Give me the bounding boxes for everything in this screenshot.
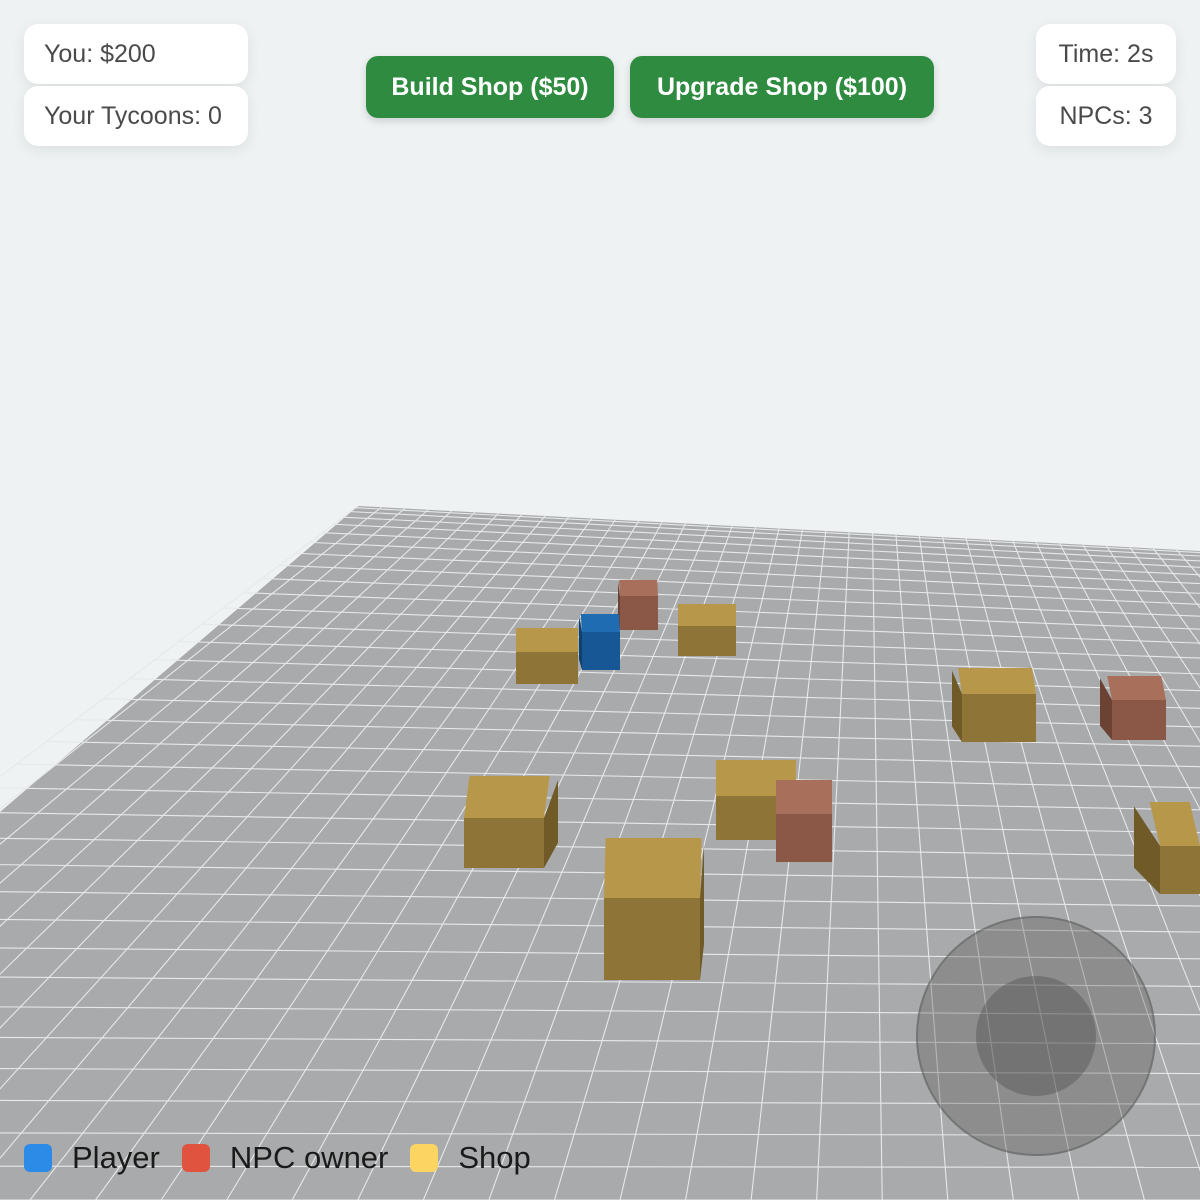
shop-front-face [464, 818, 544, 868]
legend-item-npc-owner: NPC owner [181, 1140, 389, 1176]
money-display: You: $200 [24, 24, 248, 84]
shop-top-face [678, 604, 736, 626]
shop-top-face [604, 838, 702, 898]
legend-label: Player [72, 1140, 160, 1175]
shop-front-face [604, 898, 700, 980]
player-top-face [580, 614, 620, 632]
npc-front-face [776, 814, 832, 862]
time-display: Time: 2s [1036, 24, 1176, 84]
shop-front-face [516, 652, 578, 684]
shop-box[interactable] [516, 628, 578, 684]
shop-front-face [1160, 846, 1200, 894]
legend-item-shop: Shop [410, 1140, 531, 1176]
shop-top-face [958, 668, 1036, 694]
legend-label: NPC owner [229, 1140, 389, 1175]
shop-box[interactable] [952, 668, 1036, 742]
tycoons-display: Your Tycoons: 0 [24, 86, 248, 146]
npc-top-face [1107, 676, 1166, 700]
build-shop-button[interactable]: Build Shop ($50) [366, 56, 614, 118]
legend: Player NPC owner Shop [24, 1136, 553, 1180]
game-viewport[interactable]: You: $200 Your Tycoons: 0 Time: 2s NPCs:… [0, 0, 1200, 1200]
shop-front-face [678, 626, 736, 656]
shop-swatch-icon [410, 1144, 439, 1172]
npc-owner-swatch-icon [181, 1144, 210, 1172]
legend-label: Shop [458, 1140, 531, 1175]
player-box[interactable] [579, 614, 620, 670]
shop-box[interactable] [604, 838, 704, 980]
npc-top-face [776, 780, 832, 814]
npc-front-face [620, 596, 658, 630]
npc-front-face [1112, 700, 1166, 740]
npc-box[interactable] [618, 580, 658, 630]
upgrade-shop-button[interactable]: Upgrade Shop ($100) [630, 56, 934, 118]
shop-top-face [464, 776, 550, 818]
npc-box[interactable] [1100, 676, 1166, 740]
joystick-knob[interactable] [976, 976, 1096, 1096]
npc-top-face [619, 580, 658, 596]
legend-item-player: Player [24, 1140, 160, 1176]
npcs-display: NPCs: 3 [1036, 86, 1176, 146]
shop-front-face [962, 694, 1036, 742]
player-swatch-icon [24, 1144, 52, 1172]
player-front-face [582, 632, 620, 670]
npc-box[interactable] [776, 780, 832, 862]
shop-top-face [516, 628, 578, 652]
shop-box[interactable] [678, 604, 736, 656]
shop-box[interactable] [464, 776, 558, 868]
